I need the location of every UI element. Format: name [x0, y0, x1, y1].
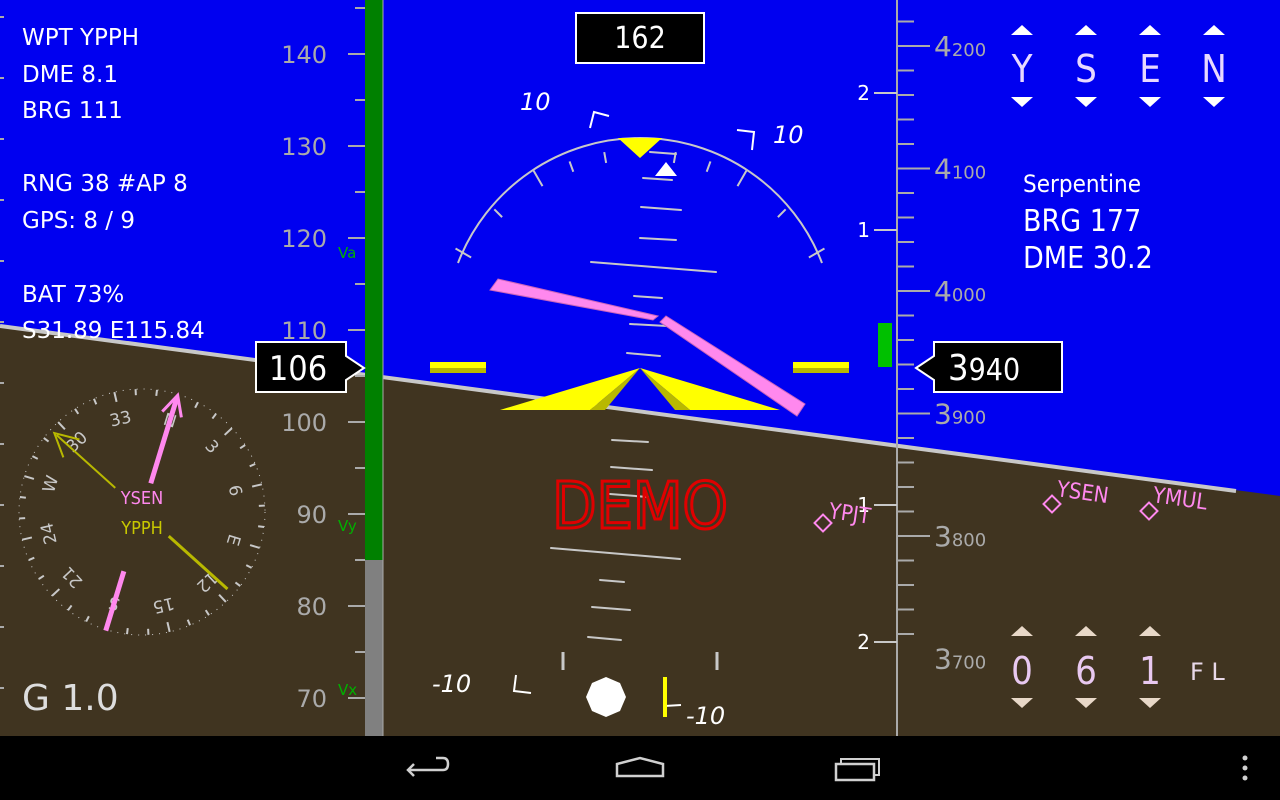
slip-ball	[586, 677, 626, 717]
svg-text:3940: 3940	[948, 348, 1020, 389]
speed-tick-label: 130	[281, 133, 327, 161]
compass-tick	[126, 628, 129, 635]
speed-tick-label: 70	[296, 685, 327, 713]
waypoint-letter-char: S	[1075, 47, 1097, 91]
compass-waypoint-1: YSEN	[120, 488, 164, 509]
airspeed-value: 106	[269, 349, 327, 389]
vx-marker: Vx	[338, 681, 357, 699]
primary-flight-display: WPT YPPH DME 8.1 BRG 111 RNG 38 #AP 8 GP…	[0, 0, 1280, 736]
vsi-bar	[878, 323, 892, 367]
pitch-label-up-left: 10	[520, 88, 551, 116]
altitude-value-small: 940	[969, 353, 1021, 388]
back-button[interactable]	[364, 736, 484, 800]
flight-level-digit-char: 1	[1139, 649, 1161, 693]
compass-tick	[155, 389, 158, 396]
wing-bar-left	[430, 362, 486, 368]
speed-tick-label: 140	[281, 41, 327, 69]
heading-readout: 162	[575, 12, 705, 64]
gps-text: GPS: 8 / 9	[22, 208, 135, 234]
speed-tick-label: 110	[281, 317, 327, 345]
g-load-text: G 1.0	[22, 678, 119, 719]
bearing-text: BRG 111	[22, 98, 123, 124]
navigation-bar	[0, 736, 1280, 800]
speed-tick-label: 120	[281, 225, 327, 253]
pitch-label-down-right: -10	[686, 702, 725, 730]
waypoint-letter-char: Y	[1011, 47, 1033, 91]
vsi-label: 2	[857, 81, 870, 105]
compass-tick	[258, 525, 265, 528]
home-button[interactable]	[580, 736, 700, 800]
altitude-value-big: 3	[948, 348, 969, 389]
flight-level-digit-char: 6	[1075, 649, 1097, 693]
target-name: Serpentine	[1023, 170, 1141, 198]
pitch-label-down-left: -10	[432, 670, 471, 698]
overflow-menu-button[interactable]	[1220, 736, 1270, 800]
flight-level-digit-char: 0	[1011, 649, 1033, 693]
speed-tick-label: 90	[296, 501, 327, 529]
overflow-menu-icon	[1242, 755, 1248, 781]
target-bearing: BRG 177	[1023, 204, 1141, 239]
range-ap-text: RNG 38 #AP 8	[22, 171, 188, 197]
waypoint-letter-char: N	[1201, 47, 1227, 91]
recents-icon	[834, 758, 880, 782]
heading-value: 162	[614, 21, 666, 56]
waypoint-text: WPT YPPH	[22, 25, 139, 51]
compass-tick	[19, 496, 26, 499]
flight-level-unit: F L	[1190, 658, 1225, 686]
va-marker: Va	[338, 244, 356, 262]
home-icon	[615, 756, 665, 778]
target-waypoint-info: Serpentine BRG 177 DME 30.2	[1023, 170, 1153, 276]
vsi-label: 2	[857, 630, 870, 654]
demo-watermark: DEMO	[552, 470, 728, 544]
battery-text: BAT 73%	[22, 282, 124, 308]
back-icon	[406, 756, 450, 777]
position-text: S31.89 E115.84	[22, 318, 205, 344]
speed-tick-label: 80	[296, 593, 327, 621]
speed-tick-label: 100	[281, 409, 327, 437]
recents-button[interactable]	[796, 736, 916, 800]
pitch-label-up-right: 10	[773, 121, 804, 149]
compass-waypoint-2: YPPH	[120, 518, 163, 539]
target-dme: DME 30.2	[1023, 241, 1153, 276]
wing-bar-right	[793, 362, 849, 368]
altitude-readout: 3940	[914, 341, 1063, 393]
waypoint-letter-char: E	[1139, 47, 1161, 91]
vsi-label: 1	[857, 218, 870, 242]
vy-marker: Vy	[338, 517, 357, 535]
dme-text: DME 8.1	[22, 62, 118, 88]
